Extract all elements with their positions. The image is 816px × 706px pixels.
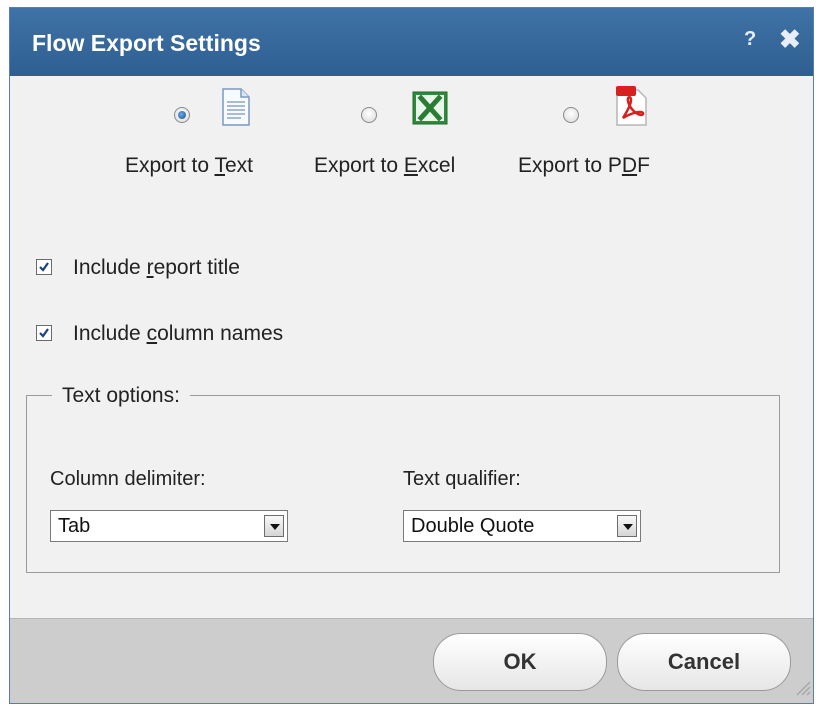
checkmark-icon: [39, 262, 49, 272]
include-column-names-checkbox[interactable]: [36, 325, 52, 341]
title-bar: Flow Export Settings ? ✖: [10, 8, 813, 76]
dialog-footer: OK Cancel: [10, 618, 813, 703]
include-report-title-label[interactable]: Include report title: [73, 256, 240, 280]
include-column-names-label[interactable]: Include column names: [73, 322, 283, 346]
column-delimiter-value: Tab: [58, 515, 91, 537]
cancel-button[interactable]: Cancel: [617, 633, 791, 691]
excel-icon: [412, 91, 448, 130]
export-text-label[interactable]: Export to Text: [125, 154, 253, 178]
dialog-title: Flow Export Settings: [32, 30, 261, 56]
export-settings-dialog: Flow Export Settings ? ✖ Export to Text …: [9, 7, 814, 704]
checkmark-icon: [39, 328, 49, 338]
include-report-title-checkbox[interactable]: [36, 259, 52, 275]
text-qualifier-label: Text qualifier:: [403, 468, 521, 490]
text-qualifier-value: Double Quote: [411, 515, 535, 537]
text-options-legend: Text options:: [52, 384, 190, 408]
chevron-down-icon[interactable]: [617, 515, 637, 537]
export-pdf-label[interactable]: Export to PDF: [518, 154, 650, 178]
export-excel-radio[interactable]: [361, 107, 377, 123]
export-pdf-radio[interactable]: [563, 107, 579, 123]
text-qualifier-select[interactable]: Double Quote: [403, 510, 641, 542]
resize-grip-icon[interactable]: [793, 678, 811, 701]
column-delimiter-select[interactable]: Tab: [50, 510, 288, 542]
export-excel-label[interactable]: Export to Excel: [314, 154, 455, 178]
chevron-down-icon[interactable]: [264, 515, 284, 537]
ok-button[interactable]: OK: [433, 633, 607, 691]
export-text-radio[interactable]: [174, 107, 190, 123]
pdf-icon: [614, 84, 648, 131]
help-icon[interactable]: ?: [744, 28, 756, 51]
column-delimiter-label: Column delimiter:: [50, 468, 206, 490]
close-icon[interactable]: ✖: [779, 25, 801, 53]
text-document-icon: [221, 88, 251, 131]
